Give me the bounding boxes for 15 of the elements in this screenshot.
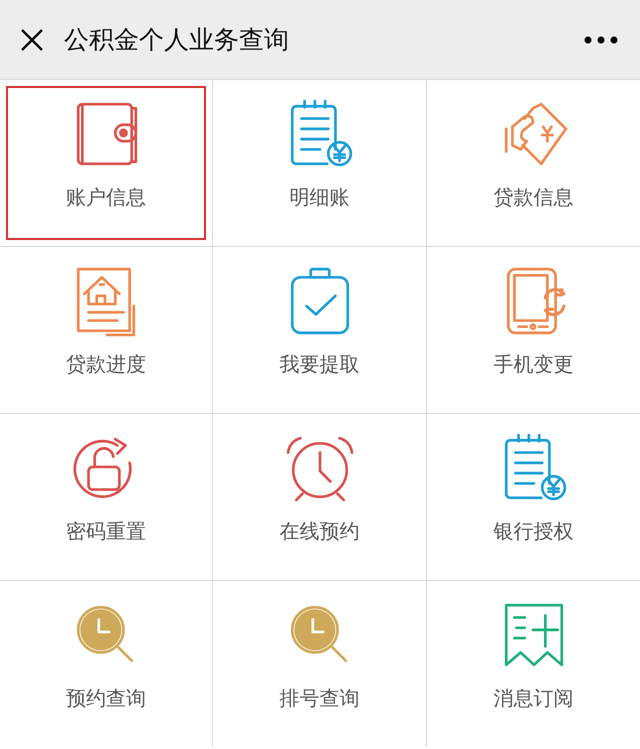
- menu-tile[interactable]: 明细账: [213, 80, 426, 246]
- menu-tile[interactable]: 贷款信息: [427, 80, 640, 246]
- menu-tile[interactable]: 排号查询: [213, 581, 426, 747]
- menu-tile[interactable]: 密码重置: [0, 414, 212, 580]
- menu-tile[interactable]: 预约查询: [0, 581, 212, 747]
- close-icon[interactable]: [20, 28, 44, 52]
- menu-tile[interactable]: 手机变更: [427, 247, 640, 413]
- menu-tile[interactable]: 在线预约: [213, 414, 426, 580]
- window-title: 公积金个人业务查询: [64, 24, 290, 56]
- menu-tile[interactable]: 我要提取: [213, 247, 426, 413]
- menu-tile[interactable]: 贷款进度: [0, 247, 212, 413]
- menu-tile[interactable]: 账户信息: [0, 80, 212, 246]
- more-icon[interactable]: [584, 36, 618, 44]
- menu-tile[interactable]: 消息订阅: [427, 581, 640, 747]
- menu-tile[interactable]: 银行授权: [427, 414, 640, 580]
